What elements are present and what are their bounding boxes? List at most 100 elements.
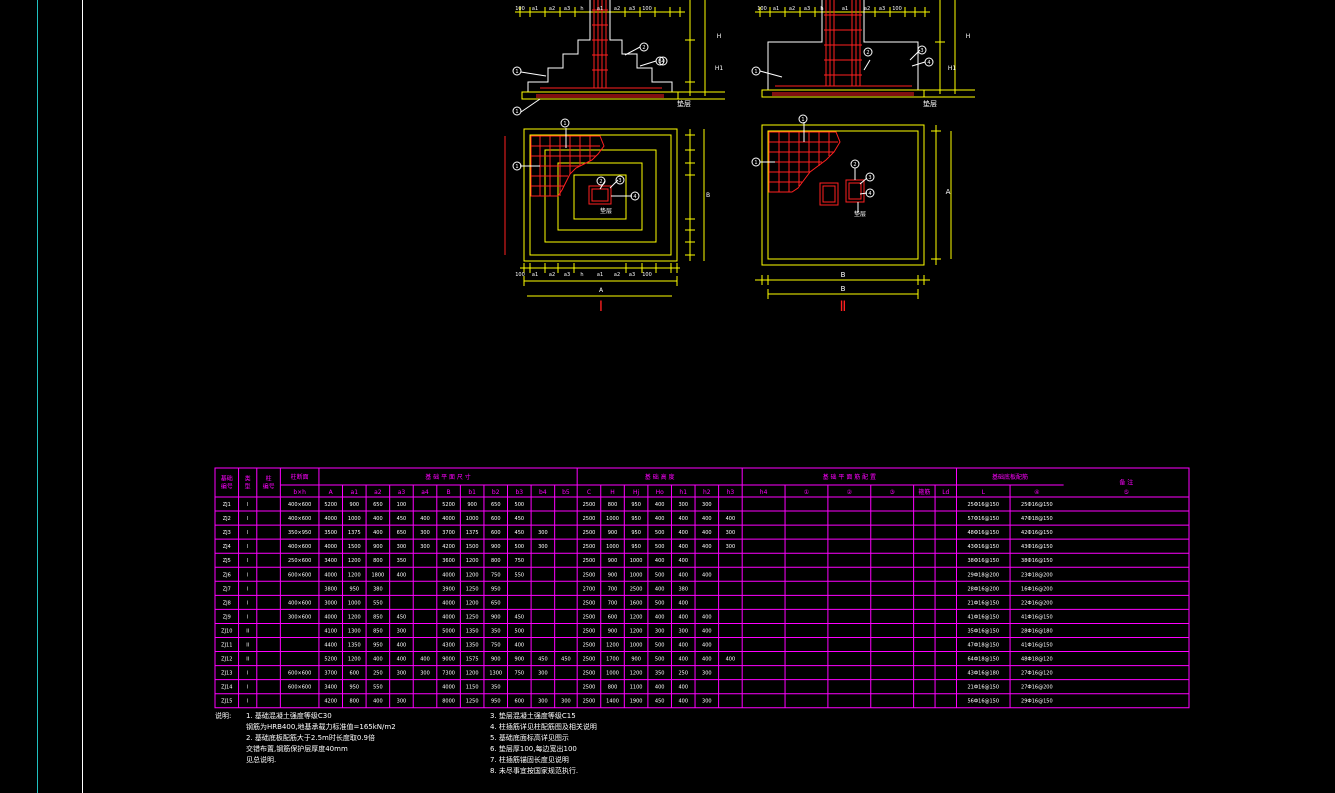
table-cell: 400 <box>678 657 688 663</box>
table-cell: ZJ5 <box>223 558 231 564</box>
table-cell: 750 <box>491 643 501 649</box>
table-col-header: ① <box>804 489 809 496</box>
table-cell: 3800 <box>324 586 337 592</box>
dim-label: a1 <box>532 6 538 12</box>
table-cell: 1000 <box>630 572 643 578</box>
table-cell: 300 <box>420 530 430 536</box>
table-cell: 4000 <box>442 600 455 606</box>
table-cell: 42Ф16@150 <box>1021 530 1053 536</box>
note-line: 见总说明. <box>246 756 277 764</box>
table-cell: 8000 <box>442 699 455 705</box>
table-cell: 2500 <box>583 614 596 620</box>
table-cell: 1200 <box>348 558 361 564</box>
callout-number: 2 <box>866 50 869 56</box>
table-cell: I <box>247 699 248 705</box>
table-cell: 5200 <box>324 657 337 663</box>
dim-label: a3 <box>879 6 885 12</box>
table-cell: 900 <box>491 614 501 620</box>
table-cell: 47Ф18@150 <box>967 643 999 649</box>
table-cell: ZJ8 <box>223 600 231 606</box>
border-line-cyan <box>37 0 38 793</box>
table-group-header: 基础底板配筋 <box>992 473 1028 481</box>
table-cell: 800 <box>608 502 618 508</box>
table-cell: 400 <box>726 516 736 522</box>
table-col-header: h4 <box>760 489 768 496</box>
table-cell: 450 <box>538 657 548 663</box>
table-cell: ZJ3 <box>223 530 231 536</box>
table-group-header: 基 础 平 面 筋 配 置 <box>823 473 876 481</box>
table-cell: 400 <box>397 643 407 649</box>
table-cell: 900 <box>515 657 525 663</box>
table-cell: 2500 <box>583 685 596 691</box>
table-cell: 1250 <box>466 699 479 705</box>
table-cell: 47Ф18@150 <box>1021 516 1053 522</box>
table-col-header: ⑤ <box>1124 489 1129 496</box>
table-cell: 800 <box>373 558 383 564</box>
table-cell: 650 <box>397 530 407 536</box>
table-cell: 1000 <box>630 643 643 649</box>
cad-drawing-canvas[interactable]: 1123 4112 3412 3411 234Ⅰ Ⅱ垫层 垫层垫层 垫层ABBBAHH1HH1… <box>0 0 1335 793</box>
table-cell: ZJ2 <box>223 516 231 522</box>
table-cell: 600×600 <box>288 572 311 578</box>
table-cell: 9000 <box>442 657 455 663</box>
table-cell: 1700 <box>606 657 619 663</box>
table-cell: 400 <box>726 657 736 663</box>
table-group-header: 柱断面 <box>291 473 309 481</box>
table-cell: 500 <box>655 530 665 536</box>
table-cell: 750 <box>491 572 501 578</box>
table-cell: 400 <box>397 657 407 663</box>
table-cell: 27Ф16@200 <box>1021 685 1053 691</box>
table-cell: 3600 <box>442 558 455 564</box>
dim-label: a2 <box>614 272 620 278</box>
table-cell: 4300 <box>442 643 455 649</box>
table-cell: 250 <box>678 671 688 677</box>
drawing-background <box>0 0 1335 793</box>
table-cell: 350×950 <box>288 530 311 536</box>
note-line: 2. 基础底板配筋大于2.5m时长度取0.9倍 <box>246 734 375 742</box>
table-col-header: B <box>447 489 451 496</box>
table-cell: ZJ6 <box>223 572 231 578</box>
table-cell: 1375 <box>466 530 479 536</box>
note-line: 3. 垫层混凝土强度等级C15 <box>490 712 576 720</box>
table-cell: 100 <box>397 502 407 508</box>
table-cell: 400 <box>678 572 688 578</box>
table-group-header: 基 础 高 度 <box>645 473 675 481</box>
table-cell: 43Ф16@180 <box>967 671 999 677</box>
table-cell: 300 <box>702 502 712 508</box>
table-cell: 500 <box>655 600 665 606</box>
table-cell: 500 <box>655 657 665 663</box>
table-cell: 300 <box>678 628 688 634</box>
table-cell: 2500 <box>583 643 596 649</box>
type1-column-label: 垫层 <box>600 207 612 215</box>
table-cell: 450 <box>397 516 407 522</box>
dim-label: a1 <box>597 6 603 12</box>
dim-label: a1 <box>532 272 538 278</box>
table-col-header: b×h <box>293 489 306 496</box>
table-cell: 4200 <box>324 699 337 705</box>
table-cell: 950 <box>350 586 360 592</box>
table-cell: 4000 <box>324 544 337 550</box>
table-col-header: ② <box>847 489 853 496</box>
table-cell: 950 <box>631 516 641 522</box>
table-cell: 1200 <box>630 628 643 634</box>
dim-label: a2 <box>864 6 870 12</box>
table-cell: 5200 <box>324 502 337 508</box>
table-cell: 950 <box>350 685 360 691</box>
dim-label: h <box>580 272 583 278</box>
table-cell: 400 <box>678 643 688 649</box>
table-cell: 2500 <box>583 558 596 564</box>
table-cell: 41Ф16@150 <box>1021 643 1053 649</box>
table-group-header: 基 础 平 面 尺 寸 <box>425 473 471 481</box>
table-cell: ZJ10 <box>221 628 232 634</box>
dim-label: a3 <box>564 6 570 12</box>
table-cell: 1200 <box>466 671 479 677</box>
table-col-header: a2 <box>374 489 382 496</box>
type2-dim-H: H <box>966 33 971 40</box>
table-cell: 550 <box>373 685 383 691</box>
callout-number: 4 <box>661 59 664 65</box>
note-line: 7. 柱插筋锚固长度见说明 <box>490 756 569 764</box>
table-cell: 900 <box>608 572 618 578</box>
table-cell: 1000 <box>348 600 361 606</box>
table-group-header: 编号 <box>263 483 275 491</box>
table-cell: 1500 <box>348 544 361 550</box>
